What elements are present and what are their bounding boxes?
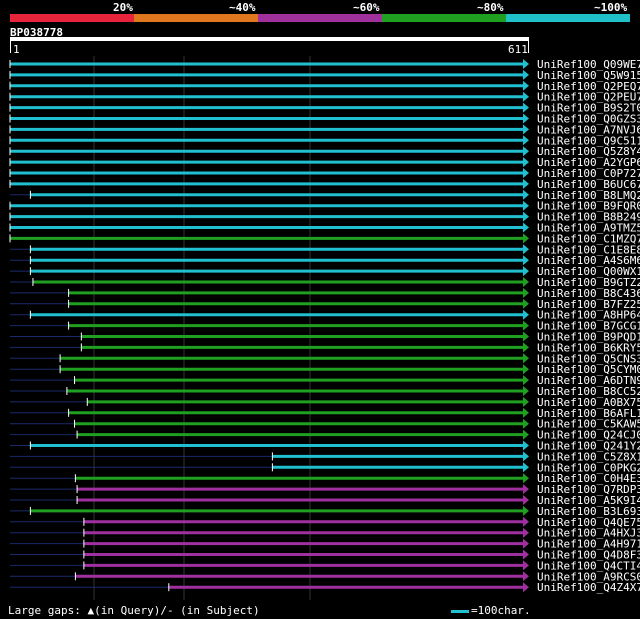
hit-arrow bbox=[523, 473, 529, 484]
hit-arrow bbox=[523, 462, 529, 473]
hit-arrow bbox=[523, 59, 529, 69]
hit-arrow bbox=[523, 364, 529, 375]
hit-arrow bbox=[523, 375, 529, 386]
hit-arrow bbox=[523, 386, 529, 396]
hit-arrow bbox=[523, 342, 529, 353]
hit-arrow bbox=[523, 157, 529, 168]
scale-label: =100char. bbox=[471, 604, 531, 617]
hit-arrow bbox=[523, 80, 529, 91]
hit-arrow bbox=[523, 168, 529, 178]
hit-arrow bbox=[523, 505, 529, 516]
hit-id: UniRef100_Q4Z4X7 bbox=[537, 581, 640, 594]
hit-arrow bbox=[523, 178, 529, 189]
hit-arrow bbox=[523, 244, 529, 255]
hit-arrow bbox=[523, 538, 529, 549]
hit-arrow bbox=[523, 429, 529, 440]
hit-arrow bbox=[523, 320, 529, 331]
hit-arrow bbox=[523, 113, 529, 124]
hit-arrow bbox=[523, 418, 529, 429]
hit-arrow bbox=[523, 298, 529, 309]
hit-arrow bbox=[523, 451, 529, 462]
hit-arrow bbox=[523, 222, 529, 233]
hit-arrow bbox=[523, 396, 529, 407]
hit-arrow bbox=[523, 255, 529, 266]
hit-arrow bbox=[523, 440, 529, 451]
hit-arrow bbox=[523, 287, 529, 298]
hit-arrow bbox=[523, 233, 529, 244]
hit-arrow bbox=[523, 516, 529, 527]
hit-arrow bbox=[523, 309, 529, 320]
hit-arrow bbox=[523, 549, 529, 560]
hit-arrow bbox=[523, 266, 529, 277]
hit-arrow bbox=[523, 69, 529, 80]
hit-arrow bbox=[523, 582, 529, 593]
hit-arrow bbox=[523, 495, 529, 505]
hit-arrow bbox=[523, 484, 529, 495]
hit-arrow bbox=[523, 102, 529, 113]
hit-arrow bbox=[523, 353, 529, 364]
hit-arrow bbox=[523, 124, 529, 135]
hit-arrow bbox=[523, 135, 529, 146]
hit-arrow bbox=[523, 146, 529, 157]
hit-arrow bbox=[523, 200, 529, 211]
hit-arrow bbox=[523, 527, 529, 538]
hit-arrow bbox=[523, 560, 529, 571]
scale-bar bbox=[451, 610, 469, 613]
gaps-legend: Large gaps: ▲(in Query)/- (in Subject) bbox=[8, 604, 260, 617]
hit-arrow bbox=[523, 211, 529, 222]
hit-arrow bbox=[523, 277, 529, 287]
hit-arrow bbox=[523, 331, 529, 342]
hit-arrow bbox=[523, 407, 529, 418]
alignment-hits: UniRef100_Q09WE7UniRef100_Q5W915UniRef10… bbox=[9, 56, 640, 600]
hit-arrow bbox=[523, 571, 529, 582]
hit-arrow bbox=[523, 91, 529, 102]
hit-arrow bbox=[523, 189, 529, 200]
